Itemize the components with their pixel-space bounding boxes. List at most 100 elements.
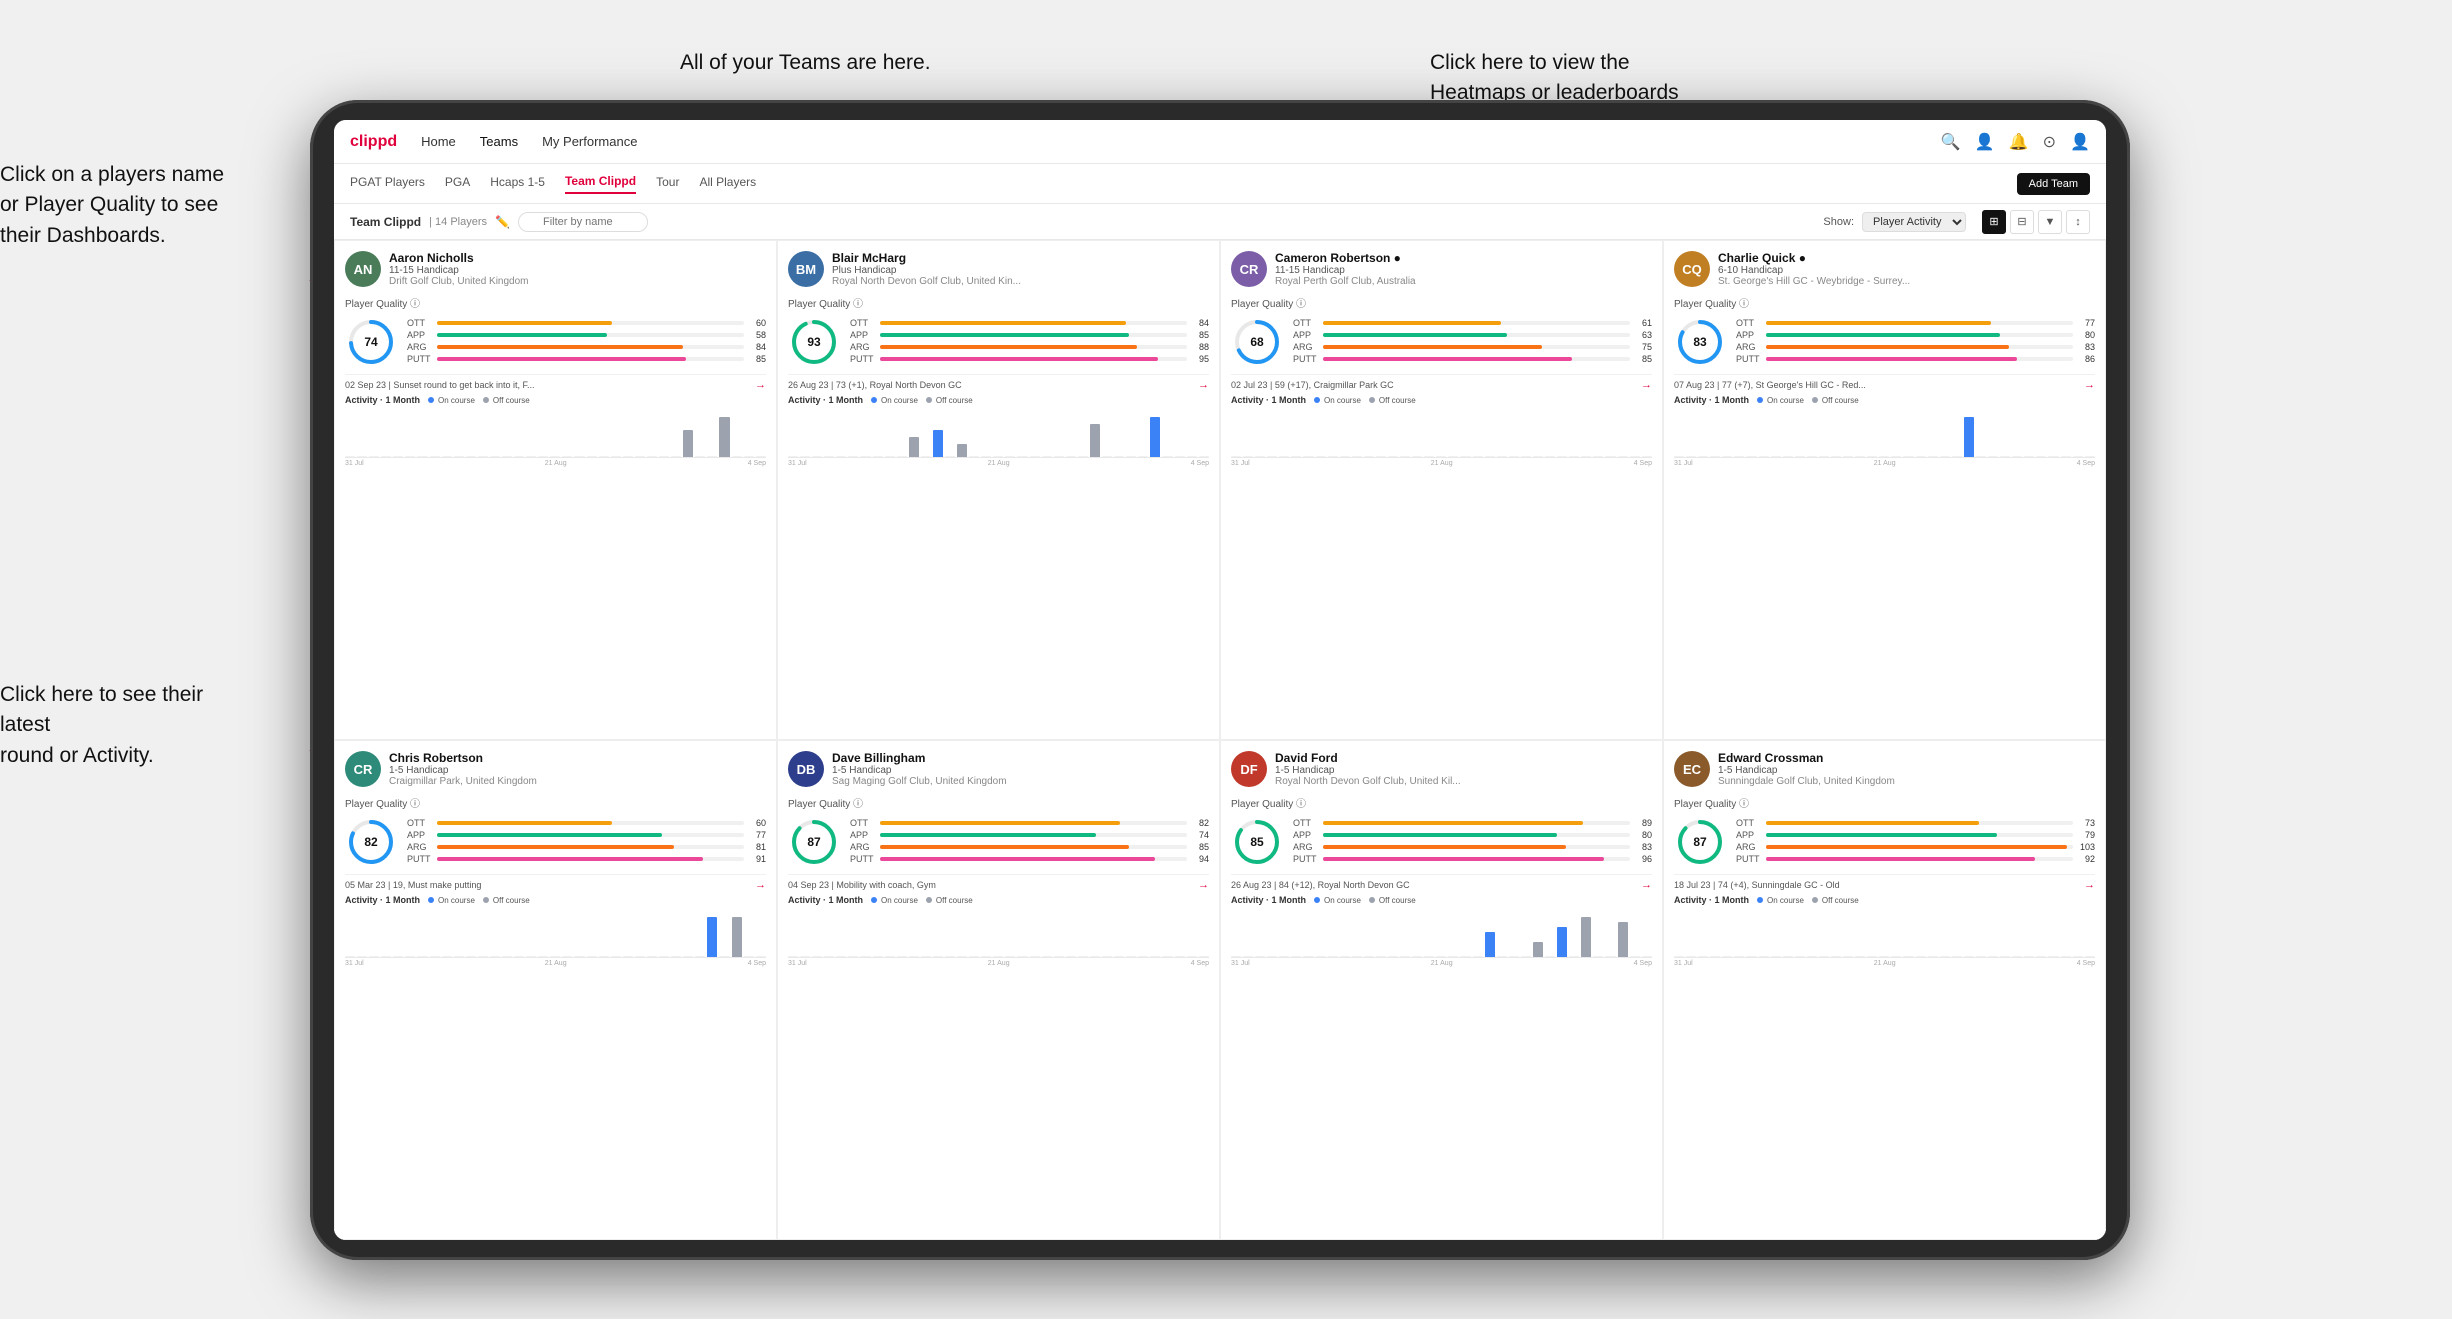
grid-view-button[interactable]: ⊞ — [1982, 210, 2006, 234]
player-avatar[interactable]: DF — [1231, 751, 1267, 787]
stat-label: OTT — [850, 818, 876, 828]
chart-bar — [1066, 956, 1076, 957]
chart-label: 31 Jul — [1674, 960, 1693, 967]
circle-score[interactable]: 82 — [345, 816, 397, 868]
edit-icon[interactable]: ✏️ — [495, 215, 510, 229]
nav-item-performance[interactable]: My Performance — [542, 134, 637, 149]
tab-tour[interactable]: Tour — [656, 175, 679, 193]
chart-bar — [599, 956, 609, 957]
on-course-legend: On course — [1324, 896, 1361, 905]
circle-score[interactable]: 87 — [788, 816, 840, 868]
sort-button[interactable]: ↕ — [2066, 210, 2090, 234]
nav-item-teams[interactable]: Teams — [480, 134, 518, 149]
stat-bar — [1766, 857, 2035, 861]
chart-bar — [369, 456, 379, 457]
tab-pga[interactable]: PGA — [445, 175, 470, 193]
latest-round-arrow[interactable]: → — [1198, 379, 1209, 391]
chart-bar — [1630, 456, 1640, 457]
player-name[interactable]: Cameron Robertson ● — [1275, 251, 1652, 265]
player-avatar[interactable]: DB — [788, 751, 824, 787]
svg-text:83: 83 — [1693, 335, 1707, 349]
circle-score[interactable]: 87 — [1674, 816, 1726, 868]
latest-round-arrow[interactable]: → — [1198, 879, 1209, 891]
nav-item-home[interactable]: Home — [421, 134, 456, 149]
chart-bar — [1460, 456, 1470, 457]
chart-label: 21 Aug — [1431, 460, 1453, 467]
on-course-legend: On course — [1324, 396, 1361, 405]
player-avatar[interactable]: EC — [1674, 751, 1710, 787]
list-view-button[interactable]: ⊟ — [2010, 210, 2034, 234]
stat-bar — [437, 857, 703, 861]
profile-icon[interactable]: 👤 — [1975, 132, 1995, 152]
chart-bar — [1807, 956, 1817, 957]
latest-round-arrow[interactable]: → — [1641, 379, 1652, 391]
stat-bar-wrap — [1323, 333, 1630, 337]
latest-round-arrow[interactable]: → — [755, 379, 766, 391]
circle-score[interactable]: 85 — [1231, 816, 1283, 868]
latest-round-arrow[interactable]: → — [2084, 379, 2095, 391]
chart-bar — [1509, 956, 1519, 957]
player-club: Sag Maging Golf Club, United Kingdom — [832, 776, 1209, 787]
player-name[interactable]: Aaron Nicholls — [389, 251, 766, 265]
chart-bar — [538, 456, 548, 457]
player-avatar[interactable]: BM — [788, 251, 824, 287]
stat-label: PUTT — [1293, 354, 1319, 364]
circle-score[interactable]: 83 — [1674, 316, 1726, 368]
chart-bar — [1630, 956, 1640, 957]
latest-round-arrow[interactable]: → — [2084, 879, 2095, 891]
chart-bar — [1114, 956, 1124, 957]
settings-icon[interactable]: ⊙ — [2043, 132, 2056, 152]
chart-labels: 31 Jul21 Aug4 Sep — [1674, 460, 2095, 467]
filter-button[interactable]: ▼ — [2038, 210, 2062, 234]
stat-label: ARG — [1293, 842, 1319, 852]
player-avatar[interactable]: CR — [345, 751, 381, 787]
player-name[interactable]: Charlie Quick ● — [1718, 251, 2095, 265]
chart-bar — [1412, 456, 1422, 457]
stat-bar — [1323, 833, 1557, 837]
tab-hcaps[interactable]: Hcaps 1-5 — [490, 175, 545, 193]
chart-bar — [393, 956, 403, 957]
player-avatar[interactable]: CR — [1231, 251, 1267, 287]
chart-bar — [478, 956, 488, 957]
bell-icon[interactable]: 🔔 — [2009, 132, 2029, 152]
chart-bar — [1686, 456, 1696, 457]
player-name[interactable]: Blair McHarg — [832, 251, 1209, 265]
tab-team-clippd[interactable]: Team Clippd — [565, 174, 636, 194]
tab-pgat[interactable]: PGAT Players — [350, 175, 425, 193]
show-select[interactable]: Player Activity Quality Score — [1862, 212, 1966, 232]
player-name[interactable]: Edward Crossman — [1718, 751, 2095, 765]
chart-bar — [1674, 456, 1684, 457]
stat-row: APP 77 — [407, 830, 766, 840]
player-avatar[interactable]: AN — [345, 251, 381, 287]
chart-labels: 31 Jul21 Aug4 Sep — [788, 460, 1209, 467]
activity-header: Activity · 1 Month On course Off course — [1231, 895, 1652, 905]
tab-all-players[interactable]: All Players — [699, 175, 756, 193]
chart-bar — [1090, 424, 1100, 457]
filter-input[interactable] — [518, 212, 648, 232]
circle-score[interactable]: 74 — [345, 316, 397, 368]
latest-round: 02 Jul 23 | 59 (+17), Craigmillar Park G… — [1231, 374, 1652, 391]
player-name[interactable]: Dave Billingham — [832, 751, 1209, 765]
chart-label: 31 Jul — [1231, 960, 1250, 967]
activity-title: Activity · 1 Month — [1674, 395, 1749, 405]
avatar-icon[interactable]: 👤 — [2070, 132, 2090, 152]
player-avatar[interactable]: CQ — [1674, 251, 1710, 287]
circle-score[interactable]: 68 — [1231, 316, 1283, 368]
chart-bar — [1138, 456, 1148, 457]
add-team-button[interactable]: Add Team — [2017, 173, 2090, 195]
latest-round-arrow[interactable]: → — [1641, 879, 1652, 891]
player-name[interactable]: Chris Robertson — [389, 751, 766, 765]
stat-value: 73 — [2077, 818, 2095, 828]
latest-round-arrow[interactable]: → — [755, 879, 766, 891]
chart-bar — [1364, 956, 1374, 957]
chart-bar — [933, 956, 943, 957]
player-name[interactable]: David Ford — [1275, 751, 1652, 765]
activity-section: Activity · 1 Month On course Off course … — [345, 395, 766, 467]
player-card: BM Blair McHarg Plus Handicap Royal Nort… — [777, 240, 1220, 740]
stat-row: OTT 61 — [1293, 318, 1652, 328]
chart-label: 4 Sep — [1634, 460, 1652, 467]
chart-bar — [800, 456, 810, 457]
stats-list: OTT 73 APP 79 ARG 103 P — [1736, 818, 2095, 866]
search-icon[interactable]: 🔍 — [1941, 132, 1961, 152]
circle-score[interactable]: 93 — [788, 316, 840, 368]
